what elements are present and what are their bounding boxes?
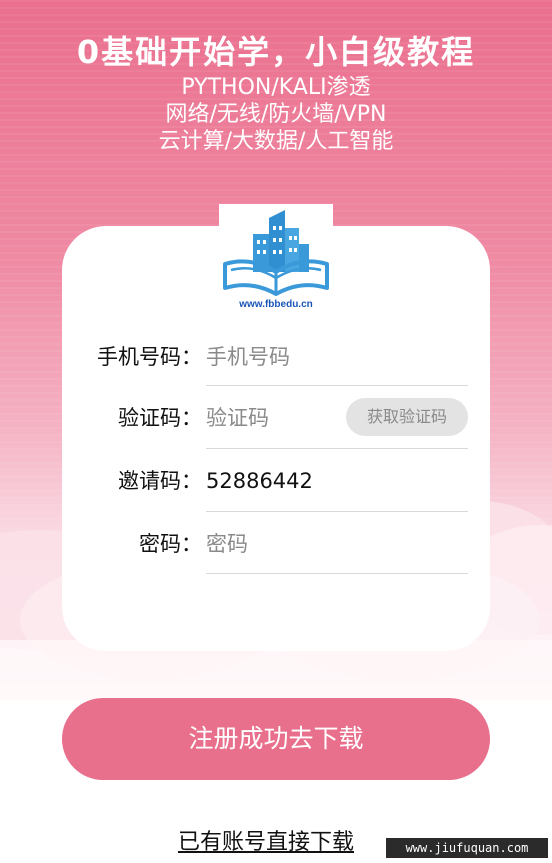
logo-url-text: www.fbbedu.cn (239, 299, 313, 310)
existing-account-link[interactable]: 已有账号直接下载 (178, 828, 354, 858)
hero-line-cloud: 云计算/大数据/人工智能 (158, 129, 394, 154)
get-code-button[interactable]: 获取验证码 (346, 398, 468, 436)
invite-row: 邀请码： (62, 461, 490, 523)
code-underline (206, 448, 468, 449)
password-label: 密码： (139, 532, 202, 556)
phone-row: 手机号码： (62, 337, 490, 399)
hero-line-network: 网络/无线/防火墙/VPN (165, 102, 387, 127)
site-logo: www.fbbedu.cn (219, 204, 333, 310)
watermark-badge: www.jiufuquan.com (386, 838, 548, 858)
book-city-logo-icon (223, 210, 329, 296)
invite-underline (206, 511, 468, 512)
hero-banner: 0基础开始学，小白级教程 PYTHON/KALI渗透 网络/无线/防火墙/VPN… (0, 30, 552, 155)
phone-label: 手机号码： (97, 345, 202, 369)
phone-input[interactable] (206, 337, 468, 377)
invite-input[interactable] (206, 461, 468, 501)
code-input[interactable] (206, 398, 336, 438)
password-row: 密码： (62, 524, 490, 586)
code-label: 验证码： (118, 406, 202, 430)
phone-underline (206, 385, 468, 386)
hero-line-python: PYTHON/KALI渗透 (181, 75, 371, 100)
password-input[interactable] (206, 524, 468, 564)
hero-title: 0基础开始学，小白级教程 (76, 33, 476, 71)
password-underline (206, 573, 468, 574)
register-download-button[interactable]: 注册成功去下载 (62, 698, 490, 780)
invite-label: 邀请码： (118, 469, 202, 493)
